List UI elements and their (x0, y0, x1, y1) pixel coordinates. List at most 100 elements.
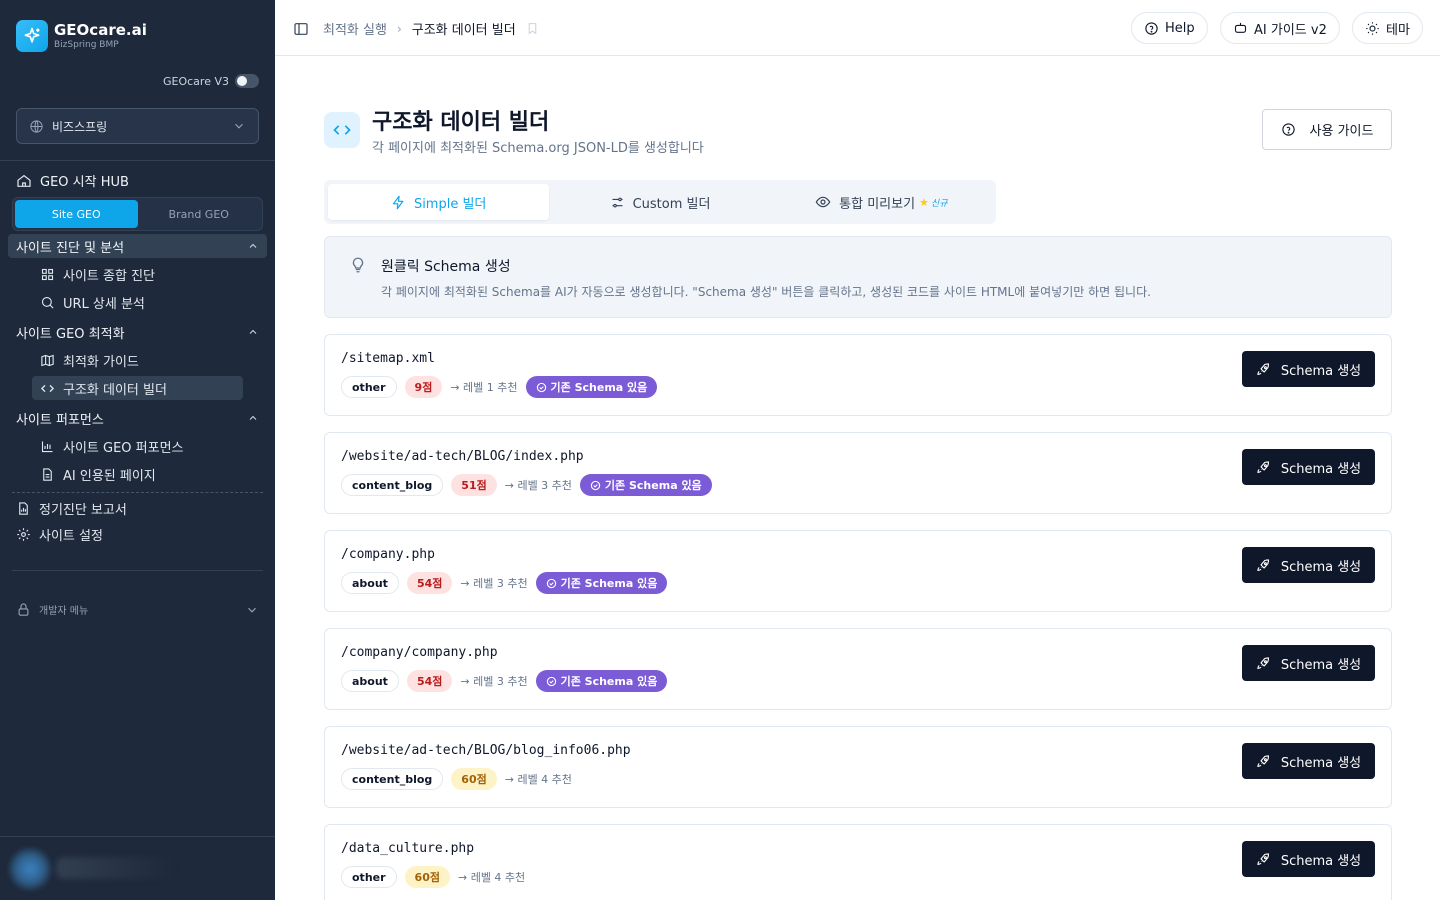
page-meta: other 60점 → 레벨 4 추천 (341, 866, 525, 888)
version-switch[interactable]: GEOcare V3 (163, 74, 259, 88)
generate-schema-button[interactable]: Schema 생성 (1242, 547, 1375, 583)
page-subtitle: 각 페이지에 최적화된 Schema.org JSON-LD를 생성합니다 (372, 141, 704, 156)
grid-icon (41, 268, 54, 280)
level-recommendation: → 레벨 4 추천 (457, 871, 526, 884)
developer-menu[interactable]: 개발자 메뉴 (16, 602, 259, 617)
page-type-badge: about (341, 670, 399, 692)
section-title: 사이트 퍼포먼스 (16, 412, 104, 428)
chevron-right-icon: › (396, 21, 402, 36)
theme-button[interactable]: 테마 (1352, 12, 1423, 44)
existing-schema-label: 기존 Schema 있음 (560, 675, 658, 688)
hub-label: GEO 시작 HUB (40, 175, 129, 190)
sidebar-item-report[interactable]: 정기진단 보고서 (16, 499, 127, 518)
chevron-up-icon (249, 415, 257, 420)
sidebar-item-schema-builder[interactable]: 구조화 데이터 빌더 (32, 376, 243, 400)
eye-icon (815, 196, 831, 208)
main-content: 구조화 데이터 빌더 각 페이지에 최적화된 Schema.org JSON-L… (275, 56, 1440, 900)
report-icon (19, 502, 28, 515)
theme-label: 테마 (1386, 22, 1410, 38)
brand-geo-button[interactable]: Brand GEO (138, 200, 261, 228)
help-button[interactable]: Help (1131, 12, 1208, 44)
tab-simple-builder[interactable]: Simple 빌더 (328, 184, 550, 220)
bar-chart-icon (41, 441, 53, 452)
page-path: /sitemap.xml (341, 351, 435, 366)
usage-guide-button[interactable]: 사용 가이드 (1262, 109, 1392, 150)
page-card: /company.php about 54점 → 레벨 3 추천 기존 Schema 있… (324, 530, 1392, 612)
page-path: /company.php (341, 547, 435, 562)
section-title: 사이트 진단 및 분석 (16, 240, 125, 256)
user-name-blurred (56, 857, 176, 879)
level-recommendation: → 레벨 4 추천 (504, 773, 572, 786)
site-geo-button[interactable]: Site GEO (15, 200, 138, 228)
breadcrumb: 최적화 실행 › 구조화 데이터 빌더 (293, 19, 539, 38)
zap-icon (392, 195, 404, 209)
chevron-down-icon (235, 123, 243, 129)
breadcrumb-parent[interactable]: 최적화 실행 (323, 19, 387, 38)
page-card: /company/company.php about 54점 → 레벨 3 추천 기존 … (324, 628, 1392, 710)
generate-schema-button[interactable]: Schema 생성 (1242, 743, 1375, 779)
generate-schema-label: Schema 생성 (1280, 853, 1362, 869)
sidebar-toggle-icon[interactable] (293, 21, 309, 37)
level-recommendation: → 레벨 3 추천 (504, 479, 572, 492)
page-type-badge: about (341, 572, 399, 594)
check-circle-icon (590, 480, 601, 490)
sidebar-item-label: 최적화 가이드 (63, 354, 139, 370)
rocket-icon (1257, 558, 1269, 571)
sidebar-item-url-analysis[interactable]: URL 상세 분석 (32, 290, 243, 314)
ai-guide-button[interactable]: AI 가이드 v2 (1220, 12, 1340, 44)
tab-unified-preview[interactable]: 통합 미리보기 ★ 신규 (771, 184, 992, 220)
new-badge: ★ 신규 (919, 196, 947, 209)
sidebar-item-settings[interactable]: 사이트 설정 (16, 525, 103, 544)
generate-schema-button[interactable]: Schema 생성 (1242, 645, 1375, 681)
generate-schema-button[interactable]: Schema 생성 (1242, 351, 1375, 387)
page-card: /data_culture.php other 60점 → 레벨 4 추천 Schema… (324, 824, 1392, 900)
nav-geo-hub[interactable]: GEO 시작 HUB (16, 171, 129, 190)
page-meta: other 9점 → 레벨 1 추천 기존 Schema 있음 (341, 376, 658, 398)
existing-schema-label: 기존 Schema 있음 (550, 381, 648, 394)
usage-guide-label: 사용 가이드 (1309, 124, 1374, 139)
sidebar-item-ai-cited-pages[interactable]: AI 인용된 페이지 (32, 462, 243, 486)
org-select[interactable]: 비즈스프링 (16, 108, 259, 144)
org-name: 비즈스프링 (52, 119, 108, 134)
sidebar-item-site-diagnosis[interactable]: 사이트 종합 진단 (32, 262, 243, 286)
page-meta: about 54점 → 레벨 3 추천 기존 Schema 있음 (341, 572, 668, 594)
check-circle-icon (546, 676, 556, 686)
tab-custom-builder[interactable]: Custom 빌더 (549, 184, 770, 220)
generate-schema-button[interactable]: Schema 생성 (1242, 841, 1375, 877)
sidebar-item-optimization-guide[interactable]: 최적화 가이드 (32, 348, 243, 372)
score-badge: 9점 (404, 376, 443, 398)
version-toggle[interactable] (235, 74, 259, 88)
sidebar-item-geo-performance[interactable]: 사이트 GEO 퍼포먼스 (32, 434, 243, 458)
divider (0, 160, 275, 161)
existing-schema-label: 기존 Schema 있음 (604, 479, 702, 492)
lightbulb-icon (352, 257, 364, 273)
geo-mode-toggle: Site GEO Brand GEO (12, 197, 263, 231)
tab-label: Custom 빌더 (632, 196, 711, 212)
app-name: GEOcare.ai (54, 20, 147, 39)
page-path: /data_culture.php (341, 841, 475, 856)
page-card: /website/ad-tech/BLOG/index.php content_b… (324, 432, 1392, 514)
rocket-icon (1257, 852, 1269, 865)
code-icon (324, 112, 360, 148)
tab-label: Simple 빌더 (413, 196, 487, 212)
breadcrumb-current: 구조화 데이터 빌더 (411, 23, 516, 38)
section-performance[interactable]: 사이트 퍼포먼스 (8, 406, 267, 430)
generate-schema-button[interactable]: Schema 생성 (1242, 449, 1375, 485)
existing-schema-badge: 기존 Schema 있음 (535, 670, 668, 692)
generate-schema-label: Schema 생성 (1280, 461, 1362, 477)
existing-schema-badge: 기존 Schema 있음 (525, 376, 658, 398)
gear-icon (17, 528, 30, 541)
brand-logo[interactable]: GEOcare.ai BizSpring BMP (16, 20, 147, 52)
check-circle-icon (546, 578, 556, 588)
divider (12, 570, 263, 571)
user-profile[interactable] (0, 836, 275, 900)
bookmark-icon[interactable] (526, 22, 539, 35)
generate-schema-label: Schema 생성 (1280, 755, 1362, 771)
builder-tabs: Simple 빌더 Custom 빌더 통합 미리보기 ★ 신규 (324, 180, 996, 224)
section-optimization[interactable]: 사이트 GEO 최적화 (8, 320, 267, 344)
section-diagnosis[interactable]: 사이트 진단 및 분석 (8, 234, 267, 258)
tab-label: 통합 미리보기 (839, 196, 916, 212)
page-path: /website/ad-tech/BLOG/blog_info06.php (341, 743, 631, 758)
bot-icon (1234, 22, 1247, 33)
page-card: /website/ad-tech/BLOG/blog_info06.php con… (324, 726, 1392, 808)
